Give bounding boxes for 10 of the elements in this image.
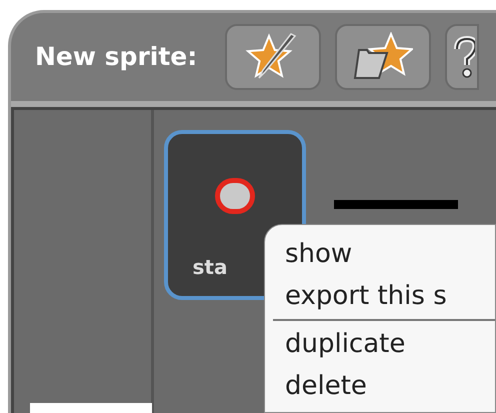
question-mark-icon <box>453 35 476 79</box>
star-folder-icon <box>353 32 414 82</box>
new-sprite-button[interactable] <box>335 24 432 90</box>
new-sprite-button[interactable] <box>445 24 480 90</box>
new-sprite-label: New sprite: <box>35 41 198 74</box>
menu-item[interactable]: duplicate <box>285 323 495 365</box>
menu-item[interactable]: delete <box>285 365 495 407</box>
sprite-name: sta <box>192 254 228 281</box>
new-sprite-button[interactable] <box>225 24 322 90</box>
sprite-thumbnail <box>215 178 255 214</box>
